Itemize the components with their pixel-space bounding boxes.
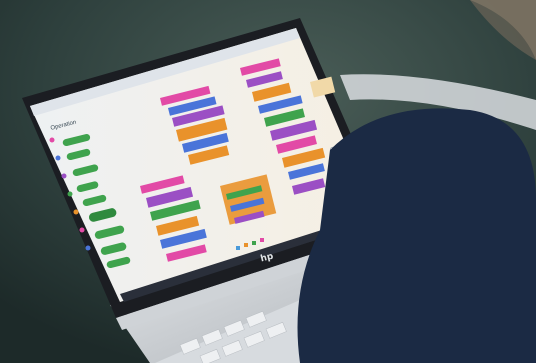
photo-scene [0, 0, 536, 363]
